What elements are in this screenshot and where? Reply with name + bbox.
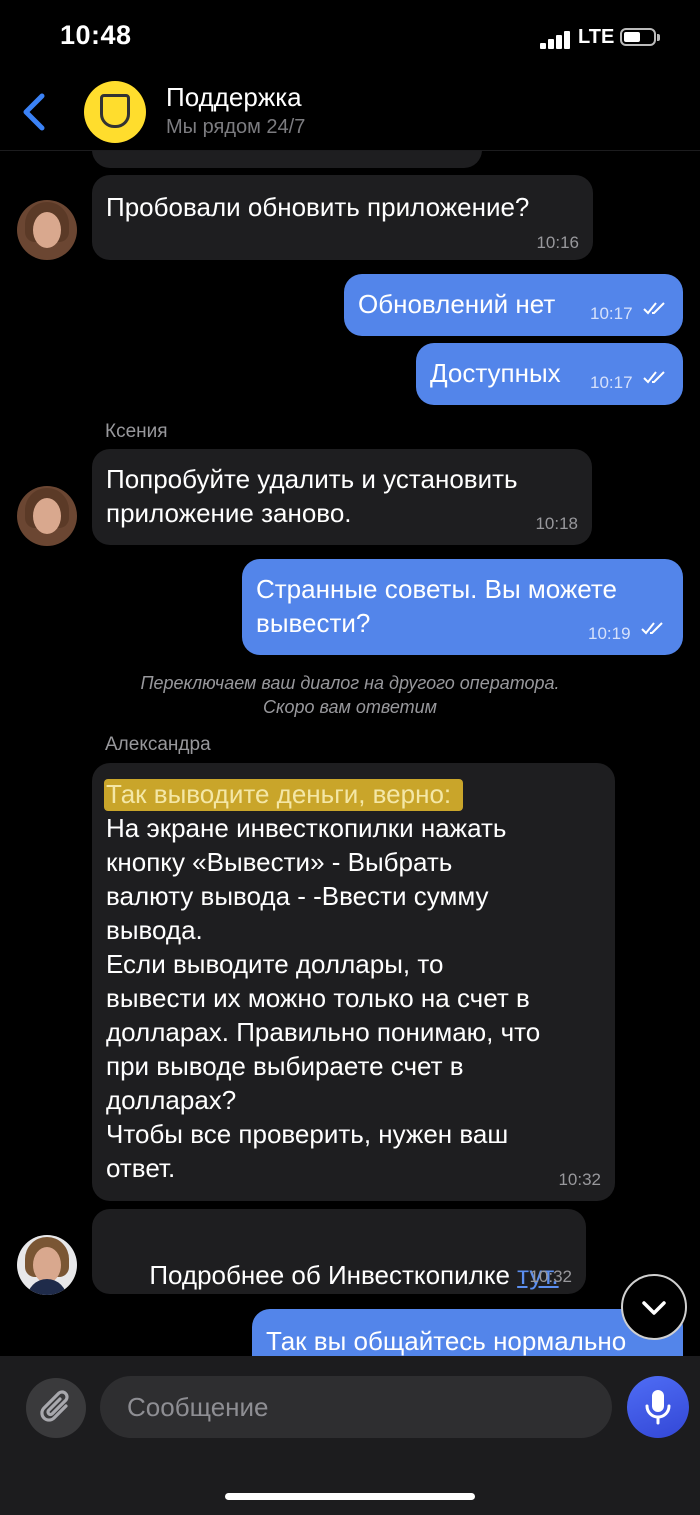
message-text-line: кнопку «Вывести» - Выбрать <box>106 847 453 877</box>
highlighted-text: Так выводите деньги, верно: <box>104 779 464 811</box>
message-time: 10:19 <box>588 624 631 643</box>
chat-title: Поддержка <box>166 82 302 112</box>
message-text-line: вывести их можно только на счет в <box>106 983 530 1013</box>
message-text-line: На экране инвесткопилки нажать <box>106 813 507 843</box>
message-time: 10:17 <box>590 304 633 323</box>
message-text-lines: На экране инвесткопилки нажать кнопку «В… <box>106 811 540 1185</box>
sender-name: Александра <box>105 734 211 755</box>
message-bubble-incoming: Подробнее об Инвесткопилке тут. 10:32 <box>92 1209 586 1294</box>
message-text-line: вывести? <box>256 608 371 638</box>
scroll-to-bottom-button[interactable] <box>621 1274 687 1340</box>
message-text-line: Если выводите доллары, то <box>106 949 444 979</box>
message-text-line: Странные советы. Вы можете <box>256 574 617 604</box>
avatar <box>17 1235 77 1295</box>
chat-header: Поддержка Мы рядом 24/7 <box>0 78 700 151</box>
microphone-icon <box>645 1390 671 1425</box>
avatar <box>17 200 77 260</box>
message-bubble-outgoing: Так вы общайтесь нормально <box>252 1309 683 1356</box>
message-text-line: долларах. Правильно понимаю, что <box>106 1017 541 1047</box>
status-time: 10:48 <box>60 20 132 50</box>
sender-name: Ксения <box>105 421 168 442</box>
message-bubble-outgoing: Обновлений нет 10:17 <box>344 274 683 336</box>
chat-subtitle: Мы рядом 24/7 <box>166 116 306 138</box>
message-bubble-partial <box>92 151 482 168</box>
message-time: 10:32 <box>529 1267 572 1286</box>
read-checkmarks-icon <box>643 371 665 384</box>
message-text-line: долларах? <box>106 1085 237 1115</box>
battery-icon <box>620 28 660 46</box>
message-time: 10:16 <box>536 233 579 252</box>
message-text: Доступных <box>430 358 561 388</box>
message-time: 10:32 <box>558 1170 601 1189</box>
message-text: Подробнее об Инвесткопилке <box>149 1260 518 1290</box>
back-button[interactable] <box>18 92 54 132</box>
message-time: 10:17 <box>590 373 633 392</box>
system-notice-line: Переключаем ваш диалог на другого операт… <box>140 673 560 693</box>
message-text: Пробовали обновить приложение? <box>106 192 530 222</box>
message-text-line: Чтобы все проверить, нужен ваш <box>106 1119 509 1149</box>
read-checkmarks-icon <box>643 302 665 315</box>
system-notice-line: Скоро вам ответим <box>262 697 438 717</box>
status-bar: 10:48 LTE <box>0 0 700 78</box>
home-indicator <box>225 1493 475 1500</box>
read-checkmarks-icon <box>641 622 663 635</box>
support-logo[interactable] <box>84 81 146 143</box>
message-text-line: ответ. <box>106 1153 176 1183</box>
message-text-line: приложение заново. <box>106 498 352 528</box>
message-bubble-incoming: Так выводите деньги, верно: На экране ин… <box>92 763 615 1201</box>
message-bubble-incoming: Пробовали обновить приложение? 10:16 <box>92 175 593 260</box>
network-type: LTE <box>578 26 615 48</box>
message-text-line: Попробуйте удалить и установить <box>106 464 518 494</box>
message-time: 10:18 <box>535 514 578 533</box>
avatar <box>17 486 77 546</box>
message-bubble-incoming: Попробуйте удалить и установить приложен… <box>92 449 592 545</box>
message-text: Так вы общайтесь нормально <box>266 1326 627 1356</box>
message-text: Обновлений нет <box>358 289 556 319</box>
message-text-line: вывода. <box>106 915 203 945</box>
paperclip-icon <box>40 1390 69 1422</box>
message-input[interactable] <box>100 1376 612 1438</box>
attach-button[interactable] <box>26 1378 86 1438</box>
composer-bar <box>0 1356 700 1515</box>
chevron-down-icon <box>642 1301 666 1315</box>
chevron-left-icon <box>23 93 45 131</box>
system-notice: Переключаем ваш диалог на другого операт… <box>0 671 700 719</box>
message-text-line: при выводе выбираете счет в <box>106 1051 464 1081</box>
message-bubble-outgoing: Странные советы. Вы можете вывести? 10:1… <box>242 559 683 655</box>
message-text-line: валюту вывода - -Ввести сумму <box>106 881 489 911</box>
voice-message-button[interactable] <box>627 1376 689 1438</box>
message-list[interactable]: Пробовали обновить приложение? 10:16 Обн… <box>0 151 700 1356</box>
signal-icon <box>540 29 572 49</box>
message-bubble-outgoing: Доступных 10:17 <box>416 343 683 405</box>
